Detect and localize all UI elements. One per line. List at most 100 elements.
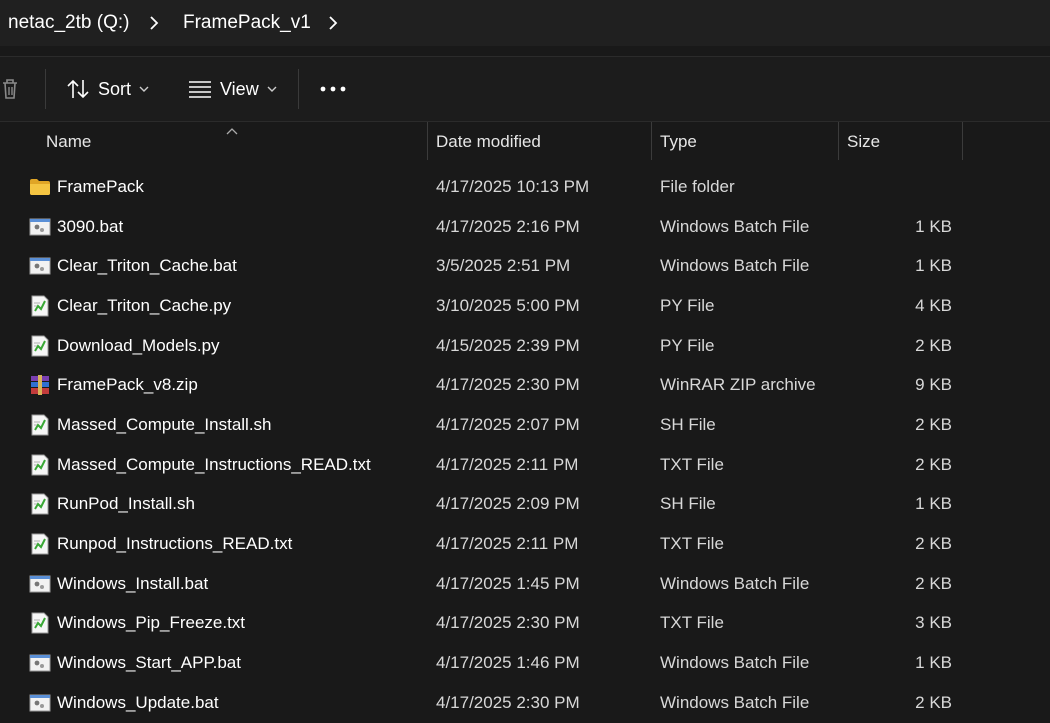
- column-divider[interactable]: [651, 122, 652, 160]
- file-size: 2 KB: [915, 534, 952, 554]
- file-date-modified: 4/17/2025 2:07 PM: [436, 414, 580, 434]
- file-row[interactable]: Windows_Install.bat 4/17/2025 1:45 PM Wind…: [0, 564, 1050, 604]
- breadcrumb-item-folder[interactable]: FramePack_v1: [183, 12, 311, 34]
- file-row[interactable]: Clear_Triton_Cache.py 3/10/2025 5:00 PM PY…: [0, 286, 1050, 326]
- file-size: 9 KB: [915, 375, 952, 395]
- column-divider[interactable]: [838, 122, 839, 160]
- batch-file-icon: [28, 207, 52, 247]
- file-date-modified: 4/17/2025 2:09 PM: [436, 494, 580, 514]
- winrar-archive-icon: [28, 365, 52, 405]
- file-size: 2 KB: [915, 414, 952, 434]
- file-size: 2 KB: [915, 335, 952, 355]
- file-row[interactable]: RunPod_Install.sh 4/17/2025 2:09 PM SH Fil…: [0, 485, 1050, 525]
- file-name[interactable]: Runpod_Instructions_READ.txt: [57, 524, 292, 564]
- delete-button[interactable]: [0, 71, 20, 107]
- file-type: File folder: [660, 176, 735, 196]
- file-date-modified: 4/17/2025 2:16 PM: [436, 216, 580, 236]
- file-size: 1 KB: [915, 653, 952, 673]
- file-type: Windows Batch File: [660, 692, 810, 712]
- file-size: 2 KB: [915, 454, 952, 474]
- column-divider[interactable]: [427, 122, 428, 160]
- file-type: Windows Batch File: [660, 216, 810, 236]
- file-type: Windows Batch File: [660, 573, 810, 593]
- file-date-modified: 4/17/2025 2:11 PM: [436, 454, 579, 474]
- batch-file-icon: [28, 246, 52, 286]
- chevron-down-icon: [267, 86, 277, 92]
- file-row[interactable]: 3090.bat 4/17/2025 2:16 PM Windows Batch F…: [0, 207, 1050, 247]
- file-name[interactable]: Clear_Triton_Cache.py: [57, 286, 231, 326]
- text-file-icon: [28, 326, 52, 366]
- file-row[interactable]: Windows_Pip_Freeze.txt 4/17/2025 2:30 PM T…: [0, 604, 1050, 644]
- column-header-size[interactable]: Size: [847, 122, 880, 162]
- file-name[interactable]: Windows_Update.bat: [57, 683, 219, 723]
- column-header-type[interactable]: Type: [660, 122, 697, 162]
- column-header-name[interactable]: Name: [46, 122, 91, 162]
- file-size: 1 KB: [915, 256, 952, 276]
- text-file-icon: [28, 445, 52, 485]
- batch-file-icon: [28, 643, 52, 683]
- column-header: Name Date modified Type Size: [0, 122, 1050, 162]
- file-name[interactable]: FramePack_v8.zip: [57, 365, 198, 405]
- file-name[interactable]: RunPod_Install.sh: [57, 485, 195, 525]
- chevron-down-icon: [139, 86, 149, 92]
- chevron-right-icon[interactable]: [323, 13, 343, 33]
- address-bar[interactable]: netac_2tb (Q:) FramePack_v1: [0, 0, 1050, 46]
- file-date-modified: 4/15/2025 2:39 PM: [436, 335, 580, 355]
- file-name[interactable]: FramePack: [57, 167, 144, 207]
- file-row[interactable]: FramePack 4/17/2025 10:13 PM File folder: [0, 167, 1050, 207]
- view-label: View: [220, 78, 259, 99]
- sort-ascending-icon: [226, 122, 238, 140]
- command-bar: Sort View: [0, 56, 1050, 122]
- file-name[interactable]: Windows_Start_APP.bat: [57, 643, 241, 683]
- breadcrumb-item-drive[interactable]: netac_2tb (Q:): [8, 12, 129, 34]
- more-options-button[interactable]: [320, 71, 346, 107]
- file-row[interactable]: Clear_Triton_Cache.bat 3/5/2025 2:51 PM Wi…: [0, 246, 1050, 286]
- file-type: PY File: [660, 335, 715, 355]
- toolbar-divider: [298, 69, 299, 109]
- file-type: TXT File: [660, 613, 724, 633]
- file-type: PY File: [660, 295, 715, 315]
- file-name[interactable]: Massed_Compute_Install.sh: [57, 405, 272, 445]
- file-row[interactable]: Windows_Update.bat 4/17/2025 2:30 PM Windo…: [0, 683, 1050, 723]
- file-row[interactable]: Massed_Compute_Instructions_READ.txt 4/17…: [0, 445, 1050, 485]
- file-name[interactable]: Massed_Compute_Instructions_READ.txt: [57, 445, 371, 485]
- file-name[interactable]: Windows_Pip_Freeze.txt: [57, 604, 245, 644]
- file-date-modified: 3/10/2025 5:00 PM: [436, 295, 580, 315]
- trash-icon: [3, 79, 17, 99]
- file-row[interactable]: Download_Models.py 4/15/2025 2:39 PM PY Fi…: [0, 326, 1050, 366]
- file-type: Windows Batch File: [660, 256, 810, 276]
- file-name[interactable]: Download_Models.py: [57, 326, 220, 366]
- file-size: 2 KB: [915, 573, 952, 593]
- toolbar-divider: [45, 69, 46, 109]
- file-size: 2 KB: [915, 692, 952, 712]
- file-date-modified: 4/17/2025 1:45 PM: [436, 573, 580, 593]
- file-name[interactable]: Windows_Install.bat: [57, 564, 208, 604]
- file-date-modified: 3/5/2025 2:51 PM: [436, 256, 571, 276]
- text-file-icon: [28, 524, 52, 564]
- file-type: WinRAR ZIP archive: [660, 375, 816, 395]
- file-row[interactable]: Massed_Compute_Install.sh 4/17/2025 2:07 …: [0, 405, 1050, 445]
- text-file-icon: [28, 485, 52, 525]
- file-name[interactable]: 3090.bat: [57, 207, 123, 247]
- file-date-modified: 4/17/2025 2:11 PM: [436, 534, 579, 554]
- file-size: [840, 167, 952, 207]
- file-row[interactable]: Runpod_Instructions_READ.txt 4/17/2025 2:…: [0, 524, 1050, 564]
- view-button[interactable]: View: [188, 71, 277, 107]
- file-date-modified: 4/17/2025 1:46 PM: [436, 653, 580, 673]
- column-header-date[interactable]: Date modified: [436, 122, 541, 162]
- file-date-modified: 4/17/2025 2:30 PM: [436, 375, 580, 395]
- sort-button[interactable]: Sort: [66, 71, 149, 107]
- divider: [0, 46, 1050, 56]
- text-file-icon: [28, 286, 52, 326]
- chevron-right-icon[interactable]: [144, 13, 164, 33]
- file-size: 4 KB: [915, 295, 952, 315]
- file-row[interactable]: Windows_Start_APP.bat 4/17/2025 1:46 PM Wi…: [0, 643, 1050, 683]
- text-file-icon: [28, 604, 52, 644]
- batch-file-icon: [28, 683, 52, 723]
- file-row[interactable]: FramePack_v8.zip 4/17/2025 2:30 PM WinRAR …: [0, 365, 1050, 405]
- column-divider[interactable]: [962, 122, 963, 160]
- file-list: FramePack 4/17/2025 10:13 PM File folder 30…: [0, 167, 1050, 723]
- file-name[interactable]: Clear_Triton_Cache.bat: [57, 246, 237, 286]
- file-type: SH File: [660, 414, 716, 434]
- batch-file-icon: [28, 564, 52, 604]
